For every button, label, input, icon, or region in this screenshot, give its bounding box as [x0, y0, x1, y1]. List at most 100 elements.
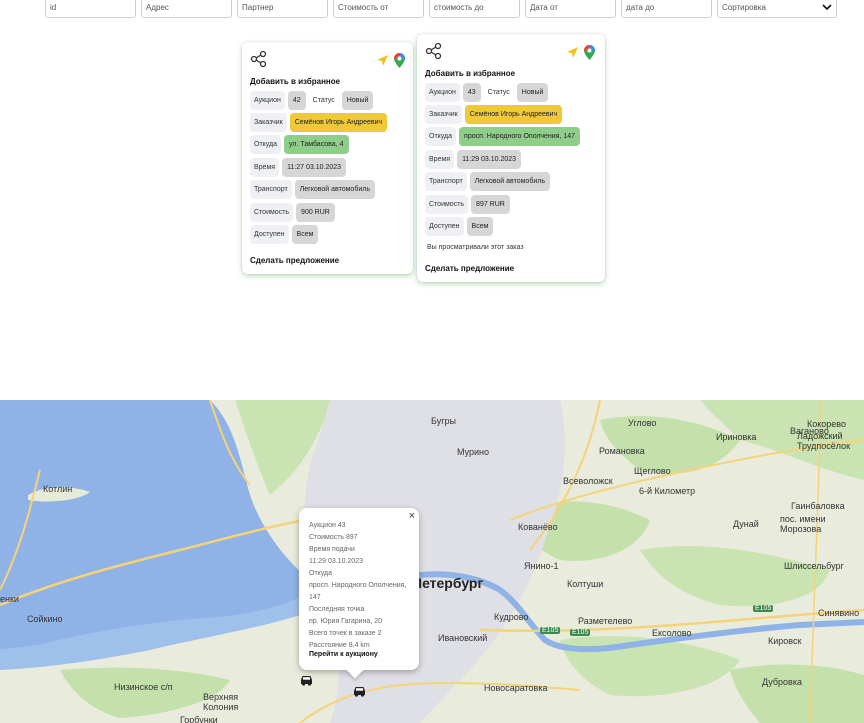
auction-row: Аукцион 43 Статус Новый — [425, 83, 549, 102]
popup-line: Откуда — [309, 570, 333, 577]
map-label: енки — [0, 594, 19, 604]
address-filter-input[interactable]: Адрес — [141, 0, 232, 18]
available-label: Доступен — [250, 225, 289, 244]
popup-line: Аукцион 43 — [309, 522, 346, 529]
time-value: 11:29 03.10.2023 — [457, 150, 522, 169]
map-label: Колтуши — [567, 579, 604, 589]
popup-line: просп. Народного Ополчения, 147 — [309, 582, 407, 601]
status-label: Статус — [308, 91, 339, 110]
date-to-input[interactable]: дата до — [621, 0, 712, 18]
road-shield: E105 — [570, 629, 591, 636]
from-value: ул. Тамбасова, 4 — [284, 135, 349, 154]
transport-value: Легковой автомобиль — [294, 180, 375, 199]
available-value: Всем — [466, 217, 494, 236]
map-label: Дунай — [733, 519, 759, 529]
map-label: Гаинбаловка — [791, 501, 845, 511]
map-label: Сойкино — [27, 614, 63, 624]
order-card: Добавить в избранное Аукцион 43 Статус Н… — [417, 34, 605, 282]
map-info-popup: × Аукцион 43 Стоимость 897 Время подачи … — [299, 508, 419, 679]
map-label: Дубровка — [762, 677, 802, 687]
id-filter-input[interactable]: id — [45, 0, 136, 18]
map-label: Синявино — [818, 608, 860, 618]
time-value: 11:27 03.10.2023 — [282, 158, 347, 177]
popup-line: Время подачи — [309, 546, 355, 553]
date-from-input[interactable]: Дата от — [525, 0, 616, 18]
car-marker-icon[interactable] — [352, 685, 367, 697]
filter-bar: id Адрес Партнер Стоимость от стоимость … — [45, 0, 837, 18]
available-value: Всем — [291, 225, 319, 244]
card-header — [250, 50, 405, 70]
transport-label: Транспорт — [425, 172, 467, 191]
from-label: Откуда — [250, 135, 282, 154]
make-offer-link[interactable]: Сделать предложение — [250, 256, 339, 265]
add-favorite-link[interactable]: Добавить в избранное — [250, 77, 340, 86]
map-label: Верхняя Колония — [203, 692, 239, 712]
map-label: Романовка — [599, 446, 645, 456]
cost-label: Стоимость — [250, 203, 294, 222]
navigator-icon[interactable] — [376, 54, 389, 67]
from-row: Откуда ул. Тамбасова, 4 — [250, 135, 349, 154]
map-label: Котлин — [43, 484, 73, 494]
status-value: Новый — [516, 83, 549, 102]
auction-row: Аукцион 42 Статус Новый — [250, 91, 374, 110]
add-favorite-link[interactable]: Добавить в избранное — [425, 69, 515, 78]
map-label: пос. имени Морозова — [780, 514, 826, 534]
car-marker-icon[interactable] — [299, 674, 314, 686]
popup-details: Аукцион 43 Стоимость 897 Время подачи 11… — [309, 520, 413, 652]
from-label: Откуда — [425, 127, 457, 146]
map-label: Разметелево — [578, 616, 633, 626]
chevron-down-icon — [822, 4, 832, 11]
map-base — [0, 400, 864, 723]
available-row: Доступен Всем — [425, 217, 494, 236]
road-shield: E105 — [540, 627, 561, 634]
from-row: Откуда просп. Народного Ополчения, 147 — [425, 127, 581, 146]
popup-line: Стоимость 897 — [309, 534, 358, 541]
google-maps-pin-icon[interactable] — [584, 45, 595, 60]
navigator-icon[interactable] — [566, 46, 579, 59]
customer-row: Заказчик Семёнов Игорь Андреевич — [250, 113, 388, 132]
order-card: Добавить в избранное Аукцион 42 Статус Н… — [242, 42, 413, 274]
cost-to-input[interactable]: стоимость до — [429, 0, 520, 18]
cost-label: Стоимость — [425, 195, 469, 214]
transport-row: Транспорт Легковой автомобиль — [250, 180, 375, 199]
google-maps-pin-icon[interactable] — [394, 53, 405, 68]
auction-value: 42 — [287, 91, 306, 110]
make-offer-link[interactable]: Сделать предложение — [425, 264, 514, 273]
popup-line: пр. Юрия Гагарина, 20 — [309, 618, 383, 625]
time-row: Время 11:29 03.10.2023 — [425, 150, 522, 169]
seen-note: Вы просматривали этот заказ — [427, 244, 524, 251]
map-label: Ивановский — [438, 633, 488, 643]
map-label: Ириновка — [716, 432, 757, 442]
customer-value: Семёнов Игорь Андреевич — [464, 105, 563, 124]
cost-from-input[interactable]: Стоимость от — [333, 0, 424, 18]
city-label: Петербург — [412, 575, 484, 591]
time-row: Время 11:27 03.10.2023 — [250, 158, 347, 177]
transport-value: Легковой автомобиль — [469, 172, 550, 191]
go-to-auction-link[interactable]: Перейти к аукциону — [309, 651, 378, 658]
from-value: просп. Народного Ополчения, 147 — [459, 127, 581, 146]
time-label: Время — [425, 150, 455, 169]
map-label: Низинское с/п — [114, 682, 173, 692]
cost-row: Стоимость 897 RUR — [425, 195, 510, 214]
share-icon[interactable] — [250, 50, 268, 68]
map-label: Кованёво — [518, 522, 558, 532]
map-label: Всеволожск — [563, 476, 613, 486]
share-icon[interactable] — [425, 42, 443, 60]
popup-line: Всего точек в заказе 2 — [309, 630, 382, 637]
map-label: Мурино — [457, 447, 490, 457]
map-label: Ексолово — [652, 628, 692, 638]
auction-value: 43 — [462, 83, 481, 102]
customer-row: Заказчик Семёнов Игорь Андреевич — [425, 105, 563, 124]
sort-select[interactable]: Сортировка — [717, 0, 837, 18]
map-label: Янино-1 — [524, 561, 559, 571]
map-label: Щеглово — [634, 466, 671, 476]
available-row: Доступен Всем — [250, 225, 319, 244]
partner-filter-input[interactable]: Партнер — [237, 0, 328, 18]
cost-value: 897 RUR — [471, 195, 510, 214]
customer-label: Заказчик — [250, 113, 287, 132]
map-label: Новосаратовка — [484, 683, 548, 693]
map-label: Ладожский Трудпосёлок — [797, 431, 851, 451]
map-view[interactable]: Вагановo Ириновка Кокорево Ладожский Тру… — [0, 400, 864, 723]
sort-select-label: Сортировка — [722, 3, 766, 12]
card-header — [425, 42, 595, 62]
